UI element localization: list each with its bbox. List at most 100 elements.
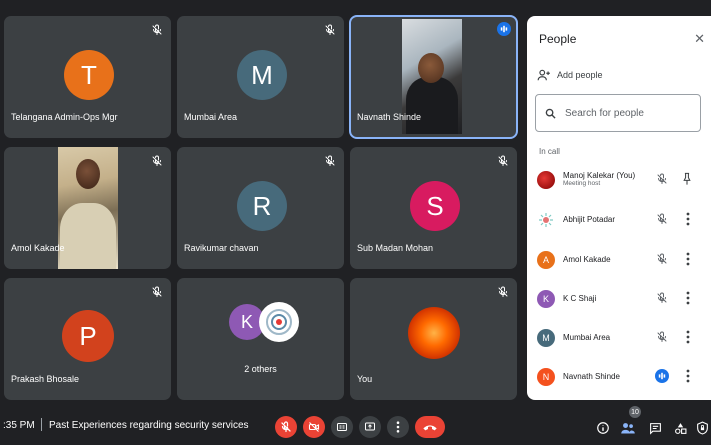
target-logo-icon — [266, 309, 292, 335]
mic-off-icon — [657, 292, 667, 303]
mic-off-icon — [498, 155, 508, 166]
people-button[interactable] — [620, 420, 636, 436]
more-options-icon[interactable] — [684, 330, 692, 344]
participant-count-badge: 10 — [629, 406, 641, 418]
mic-off-icon — [657, 253, 667, 264]
more-options-icon[interactable] — [684, 252, 692, 266]
participant-tile[interactable]: R Ravikumar chavan — [177, 147, 344, 269]
leave-call-button[interactable] — [415, 416, 445, 438]
mic-off-icon — [498, 286, 508, 297]
people-icon — [621, 423, 635, 434]
mic-off-icon — [325, 24, 335, 35]
avatar: M — [237, 50, 287, 100]
captions-icon — [337, 423, 347, 431]
speaking-indicator-icon — [655, 369, 669, 383]
person-name: Navnath Shinde — [563, 372, 620, 381]
search-icon — [545, 108, 556, 119]
participant-tile[interactable]: T Telangana Admin-Ops Mgr — [4, 16, 171, 138]
others-tile[interactable]: K 2 others — [177, 278, 344, 400]
avatar — [537, 171, 555, 189]
participant-name: Navnath Shinde — [357, 112, 422, 122]
mic-off-icon — [657, 331, 667, 342]
avatar: R — [237, 181, 287, 231]
toggle-mic-button[interactable] — [275, 416, 297, 438]
person-row[interactable]: N Navnath Shinde — [527, 360, 711, 396]
activities-button[interactable] — [672, 420, 688, 436]
present-button[interactable] — [359, 416, 381, 438]
mic-off-icon — [152, 24, 162, 35]
participant-tile[interactable]: M Mumbai Area — [177, 16, 344, 138]
mic-off-icon — [657, 213, 667, 224]
avatar — [408, 307, 460, 359]
meeting-details-button[interactable] — [595, 420, 611, 436]
panel-title: People — [539, 32, 577, 46]
add-person-icon — [537, 69, 550, 81]
pin-icon[interactable] — [682, 172, 692, 186]
others-label: 2 others — [244, 364, 277, 374]
avatar — [259, 302, 299, 342]
person-row[interactable]: A Amol Kakade — [527, 243, 711, 279]
chat-icon — [649, 422, 661, 435]
participant-tile-speaking[interactable]: Navnath Shinde — [349, 15, 518, 139]
avatar: M — [537, 329, 555, 347]
avatar: A — [537, 251, 555, 269]
video-grid: T Telangana Admin-Ops Mgr M Mumbai Area … — [4, 15, 518, 400]
sun-logo-icon — [539, 213, 553, 227]
add-people-button[interactable]: Add people — [537, 69, 603, 81]
divider — [41, 418, 42, 431]
person-name: Mumbai Area — [563, 333, 611, 342]
info-icon — [597, 422, 609, 434]
person-name: Abhijit Potadar — [563, 215, 616, 224]
speaking-indicator-icon — [497, 22, 511, 36]
close-icon[interactable]: ✕ — [694, 31, 705, 47]
chat-button[interactable] — [647, 420, 663, 436]
avatar — [537, 211, 555, 229]
participant-name: Mumbai Area — [184, 112, 238, 122]
more-options-button[interactable] — [387, 416, 409, 438]
camera-off-icon — [308, 422, 320, 432]
captions-button[interactable] — [331, 416, 353, 438]
shield-lock-icon — [696, 421, 708, 435]
search-input[interactable] — [563, 106, 697, 120]
avatar: P — [62, 310, 114, 362]
meeting-title: Past Experiences regarding security serv… — [49, 420, 249, 431]
host-controls-button[interactable] — [694, 420, 710, 436]
people-panel: People ✕ Add people In call Manoj Kaleka… — [527, 16, 711, 400]
avatar: K — [537, 290, 555, 308]
more-options-icon — [396, 421, 400, 433]
person-role: Meeting host — [563, 180, 601, 187]
participant-name: Prakash Bhosale — [11, 374, 80, 384]
participant-name: Telangana Admin-Ops Mgr — [11, 112, 118, 122]
person-row[interactable]: Abhijit Potadar — [527, 203, 711, 239]
participant-tile[interactable]: S Sub Madan Mohan — [350, 147, 517, 269]
participant-video — [58, 147, 118, 269]
search-field[interactable] — [535, 94, 701, 132]
clock-time: :35 PM — [3, 420, 35, 431]
mic-off-icon — [657, 173, 667, 184]
present-screen-icon — [365, 422, 375, 431]
person-name: Manoj Kalekar (You) — [563, 171, 636, 180]
mic-off-icon — [325, 155, 335, 166]
participant-name: Sub Madan Mohan — [357, 243, 434, 253]
avatar: T — [64, 50, 114, 100]
more-options-icon[interactable] — [684, 212, 692, 226]
participant-name: Amol Kakade — [11, 243, 65, 253]
person-row[interactable]: M Mumbai Area — [527, 321, 711, 357]
section-label: In call — [539, 147, 560, 156]
more-options-icon[interactable] — [684, 369, 692, 383]
person-row[interactable]: Manoj Kalekar (You) Meeting host — [527, 163, 711, 199]
participant-tile[interactable]: Amol Kakade — [4, 147, 171, 269]
person-name: K C Shaji — [563, 294, 597, 303]
more-options-icon[interactable] — [684, 291, 692, 305]
toggle-camera-button[interactable] — [303, 416, 325, 438]
control-bar: :35 PM Past Experiences regarding securi… — [0, 404, 711, 445]
mic-off-icon — [281, 421, 291, 433]
participant-name: Ravikumar chavan — [184, 243, 259, 253]
participant-tile[interactable]: P Prakash Bhosale — [4, 278, 171, 400]
hang-up-icon — [423, 425, 437, 431]
mic-off-icon — [152, 155, 162, 166]
participant-tile-self[interactable]: You — [350, 278, 517, 400]
avatar: S — [410, 181, 460, 231]
person-row[interactable]: K K C Shaji — [527, 282, 711, 318]
mic-off-icon — [152, 286, 162, 297]
